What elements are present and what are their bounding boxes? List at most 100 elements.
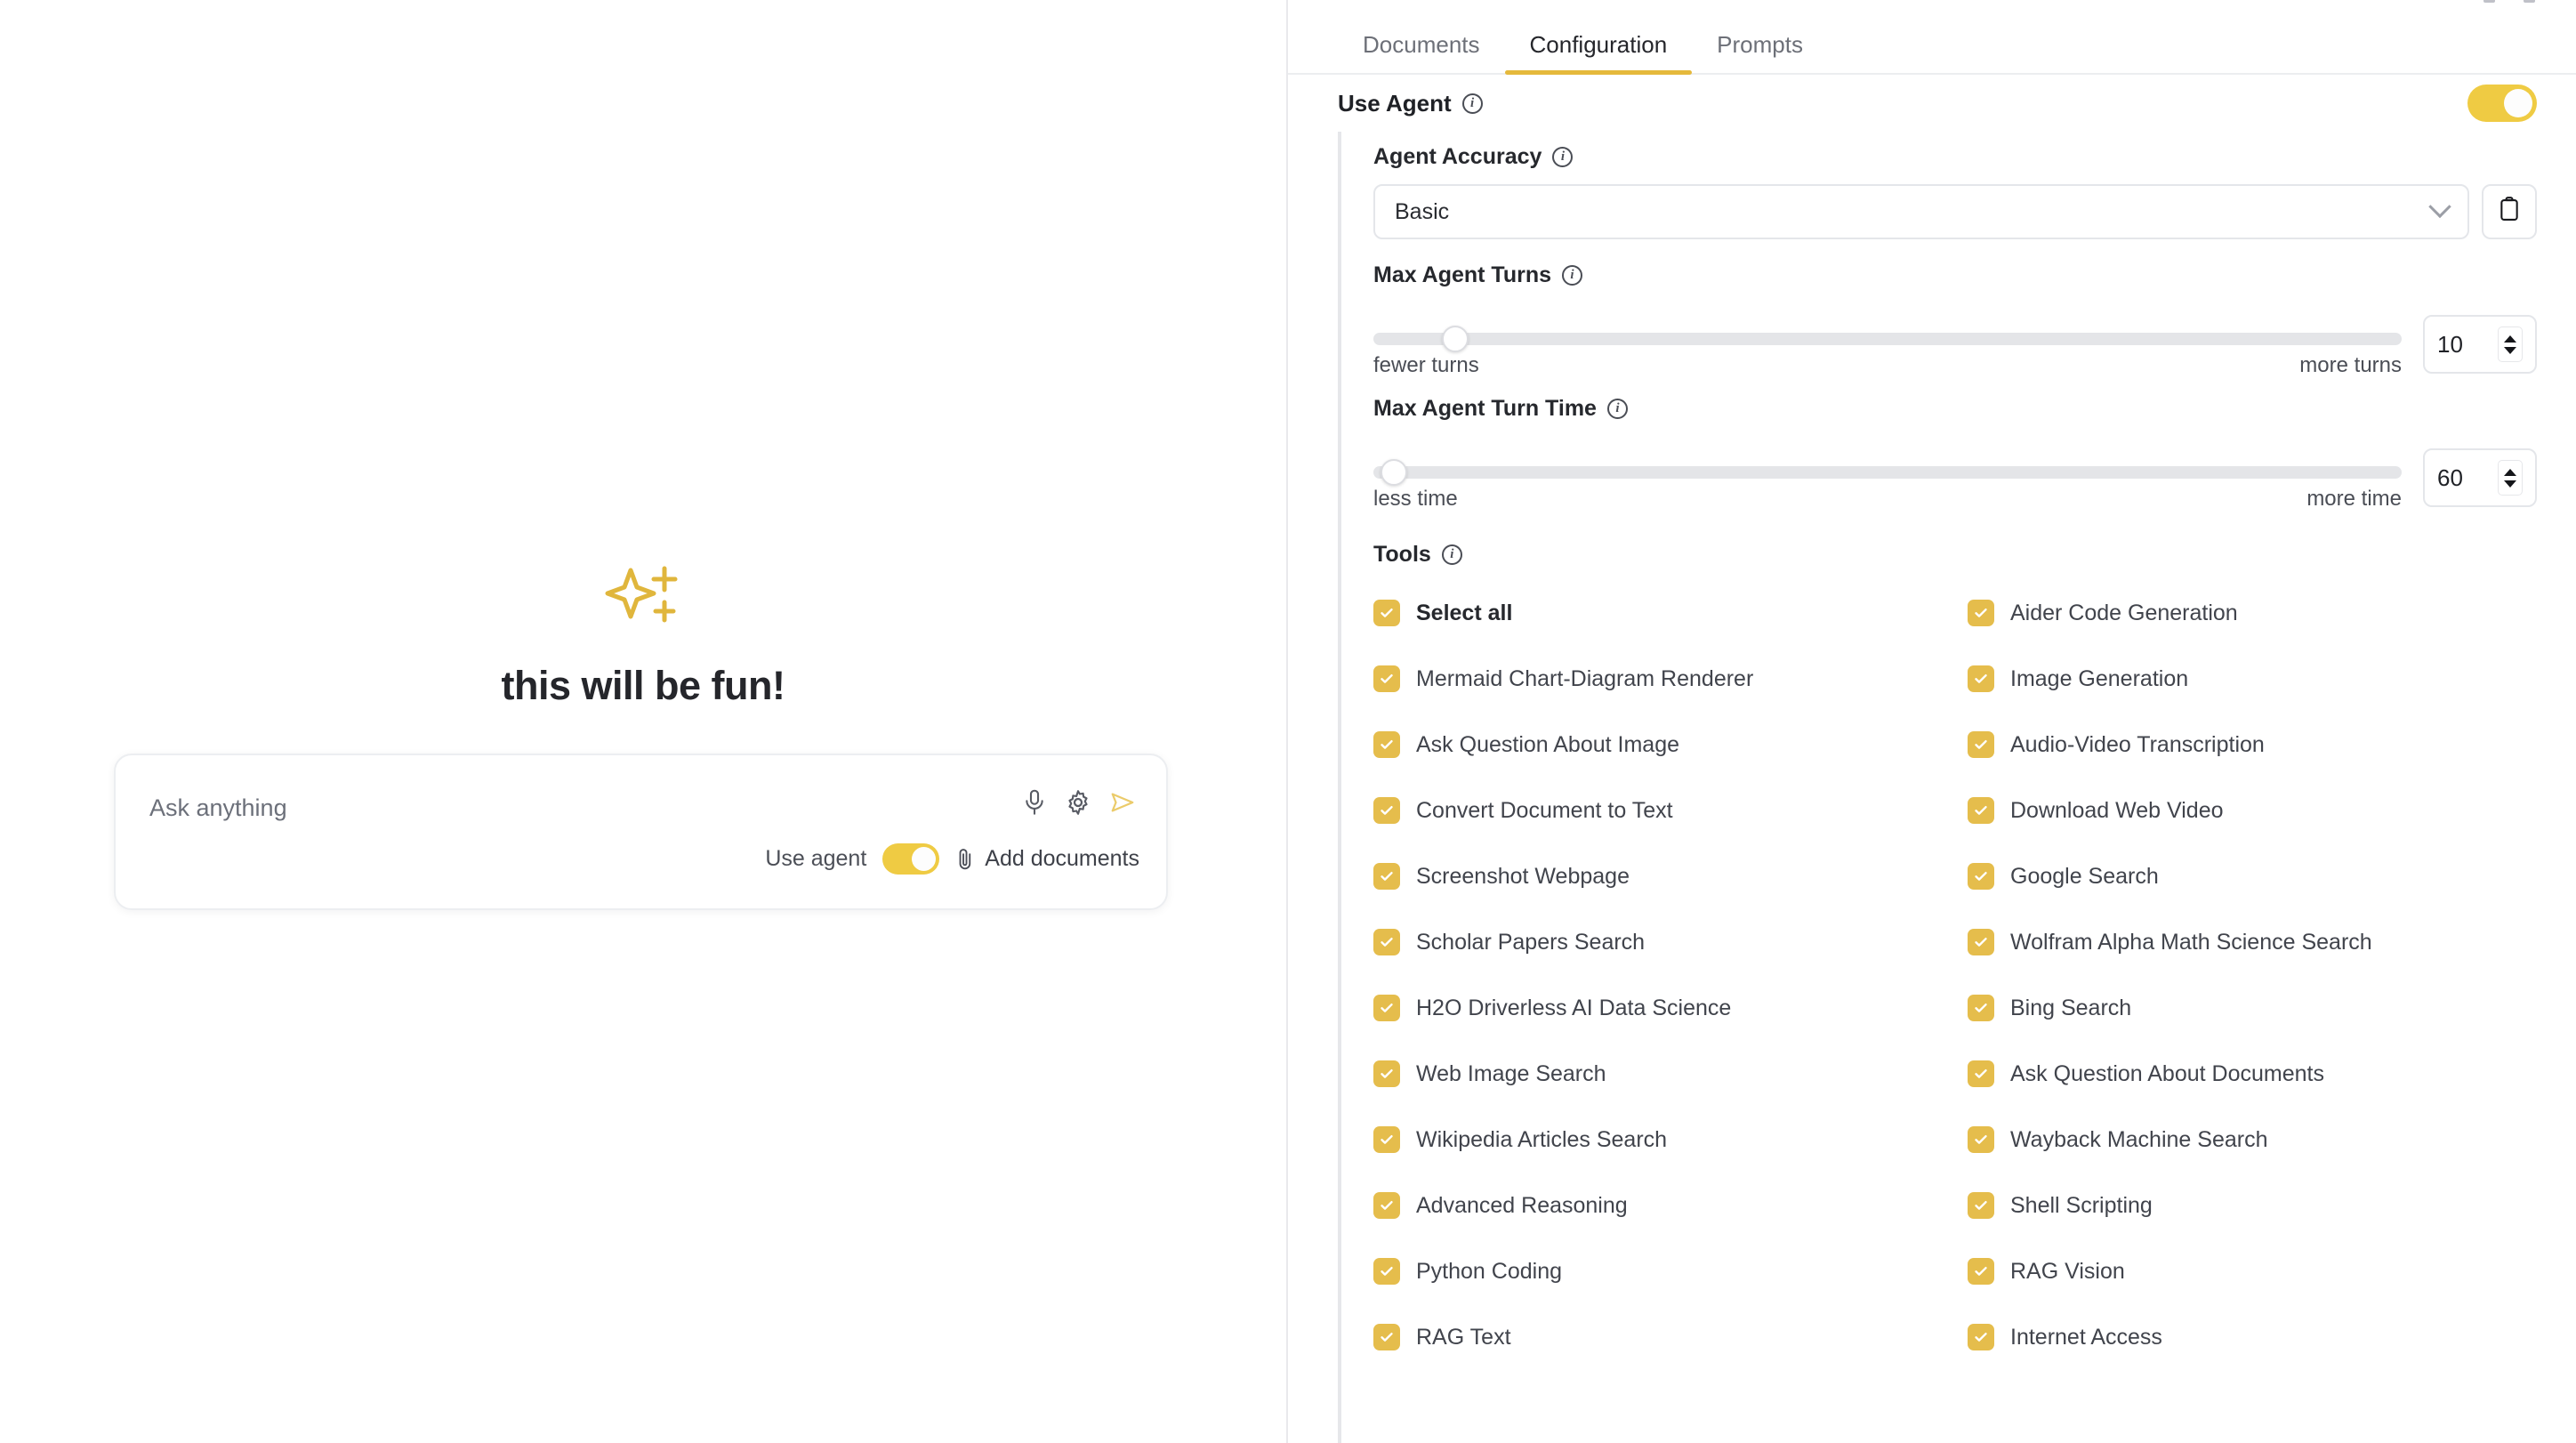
checkbox-checked-icon[interactable] (1968, 1258, 1994, 1285)
checkbox-checked-icon[interactable] (1373, 1258, 1400, 1285)
tool-checkbox-item[interactable]: Mermaid Chart-Diagram Renderer (1373, 646, 1968, 712)
checkbox-checked-icon[interactable] (1373, 1060, 1400, 1087)
add-documents-button[interactable]: Add documents (955, 846, 1139, 872)
chat-input[interactable]: Ask anything (149, 794, 287, 822)
send-icon[interactable] (1109, 789, 1136, 816)
checkbox-checked-icon[interactable] (1373, 600, 1400, 626)
max-agent-turn-time-block: Max Agent Turn Time i less time more tim… (1373, 378, 2537, 512)
tool-checkbox-item[interactable]: Ask Question About Image (1373, 712, 1968, 778)
tool-label: Wolfram Alpha Math Science Search (2010, 929, 2372, 955)
tool-checkbox-item[interactable]: Bing Search (1968, 975, 2537, 1041)
tool-label: Audio-Video Transcription (2010, 731, 2265, 757)
clipboard-icon (2498, 196, 2521, 228)
max-agent-turns-slider[interactable] (1373, 326, 2402, 352)
checkbox-checked-icon[interactable] (1968, 1192, 1994, 1219)
tool-checkbox-item[interactable]: Image Generation (1968, 646, 2537, 712)
tab-documents[interactable]: Documents (1338, 31, 1505, 73)
checkbox-checked-icon[interactable] (1968, 731, 1994, 758)
max-agent-turn-time-min-label: less time (1373, 487, 1458, 511)
paperclip-icon (955, 847, 975, 872)
info-icon[interactable]: i (1562, 265, 1583, 286)
info-icon[interactable]: i (1552, 147, 1574, 167)
tool-checkbox-item[interactable]: Wikipedia Articles Search (1373, 1107, 1968, 1173)
checkbox-checked-icon[interactable] (1373, 1324, 1400, 1350)
checkbox-checked-icon[interactable] (1373, 995, 1400, 1021)
tool-label: Shell Scripting (2010, 1192, 2153, 1218)
tool-checkbox-item[interactable]: Screenshot Webpage (1373, 843, 1968, 909)
checkbox-checked-icon[interactable] (1968, 863, 1994, 890)
max-agent-turns-label: Max Agent Turns (1373, 262, 1552, 287)
tool-checkbox-item[interactable]: RAG Text (1373, 1304, 1968, 1370)
microphone-icon[interactable] (1022, 789, 1047, 816)
info-icon[interactable]: i (1606, 399, 1628, 419)
checkbox-checked-icon[interactable] (1373, 1192, 1400, 1219)
tool-label: Download Web Video (2010, 797, 2224, 823)
checkbox-checked-icon[interactable] (1968, 797, 1994, 824)
checkbox-checked-icon[interactable] (1968, 929, 1994, 955)
chevron-up-icon[interactable] (2504, 468, 2516, 476)
tools-label-group: Tools i (1373, 542, 2537, 568)
tab-configuration[interactable]: Configuration (1504, 31, 1693, 75)
slider-handle[interactable] (1442, 326, 1469, 352)
gear-icon[interactable] (1065, 789, 1091, 816)
tab-prompts[interactable]: Prompts (1692, 31, 1828, 73)
composer[interactable]: Ask anything Use agent Add documents (114, 754, 1168, 910)
use-agent-toggle[interactable] (2467, 85, 2537, 122)
max-agent-turns-range-labels: fewer turns more turns (1373, 353, 2402, 378)
chevron-down-icon (2428, 195, 2451, 219)
clipboard-button[interactable] (2482, 184, 2537, 239)
checkbox-checked-icon[interactable] (1373, 797, 1400, 824)
tool-checkbox-item[interactable]: Web Image Search (1373, 1041, 1968, 1107)
clipped-icon-2 (2524, 0, 2535, 3)
quantity-stepper[interactable] (2498, 326, 2523, 362)
checkbox-checked-icon[interactable] (1373, 665, 1400, 692)
tool-checkbox-item[interactable]: Advanced Reasoning (1373, 1173, 1968, 1238)
chevron-down-icon[interactable] (2504, 480, 2516, 488)
chevron-down-icon[interactable] (2504, 346, 2516, 354)
tool-checkbox-item[interactable]: Google Search (1968, 843, 2537, 909)
info-icon[interactable]: i (1441, 544, 1462, 565)
agent-accuracy-select[interactable]: Basic (1373, 184, 2469, 239)
tool-label: Screenshot Webpage (1416, 863, 1630, 889)
tool-checkbox-item[interactable]: Wayback Machine Search (1968, 1107, 2537, 1173)
chevron-up-icon[interactable] (2504, 335, 2516, 343)
tool-checkbox-item[interactable]: Python Coding (1373, 1238, 1968, 1304)
tool-checkbox-item[interactable]: Audio-Video Transcription (1968, 712, 2537, 778)
tools-grid: Select all Aider Code Generation Mermaid C… (1373, 580, 2537, 1370)
quantity-stepper[interactable] (2498, 460, 2523, 496)
tool-checkbox-item[interactable]: Select all (1373, 580, 1968, 646)
tool-checkbox-item[interactable]: Scholar Papers Search (1373, 909, 1968, 975)
max-agent-turn-time-row: less time more time 60 (1373, 448, 2537, 512)
composer-use-agent-toggle[interactable] (882, 843, 940, 875)
max-agent-turns-max-label: more turns (2299, 353, 2402, 377)
tool-label: Bing Search (2010, 995, 2132, 1020)
tool-checkbox-item[interactable]: Download Web Video (1968, 778, 2537, 843)
tool-checkbox-item[interactable]: Convert Document to Text (1373, 778, 1968, 843)
tool-checkbox-item[interactable]: RAG Vision (1968, 1238, 2537, 1304)
checkbox-checked-icon[interactable] (1968, 665, 1994, 692)
checkbox-checked-icon[interactable] (1373, 863, 1400, 890)
clipped-icon-1 (2483, 0, 2495, 3)
tool-checkbox-item[interactable]: Internet Access (1968, 1304, 2537, 1370)
checkbox-checked-icon[interactable] (1968, 1060, 1994, 1087)
checkbox-checked-icon[interactable] (1373, 731, 1400, 758)
tool-checkbox-item[interactable]: Shell Scripting (1968, 1173, 2537, 1238)
max-agent-turn-time-slider[interactable] (1373, 459, 2402, 486)
max-agent-turns-number-field[interactable]: 10 (2423, 315, 2537, 374)
checkbox-checked-icon[interactable] (1968, 1324, 1994, 1350)
tool-checkbox-item[interactable]: Ask Question About Documents (1968, 1041, 2537, 1107)
tool-label: Internet Access (2010, 1324, 2162, 1350)
max-agent-turns-row: fewer turns more turns 10 (1373, 315, 2537, 378)
info-icon[interactable]: i (1461, 93, 1483, 114)
max-agent-turn-time-number-field[interactable]: 60 (2423, 448, 2537, 507)
slider-handle[interactable] (1381, 459, 1408, 486)
checkbox-checked-icon[interactable] (1968, 995, 1994, 1021)
checkbox-checked-icon[interactable] (1373, 929, 1400, 955)
tool-checkbox-item[interactable]: Wolfram Alpha Math Science Search (1968, 909, 2537, 975)
tool-checkbox-item[interactable]: H2O Driverless AI Data Science (1373, 975, 1968, 1041)
tool-checkbox-item[interactable]: Aider Code Generation (1968, 580, 2537, 646)
checkbox-checked-icon[interactable] (1968, 600, 1994, 626)
checkbox-checked-icon[interactable] (1373, 1126, 1400, 1153)
checkbox-checked-icon[interactable] (1968, 1126, 1994, 1153)
pane-top-strip (1288, 0, 2576, 20)
